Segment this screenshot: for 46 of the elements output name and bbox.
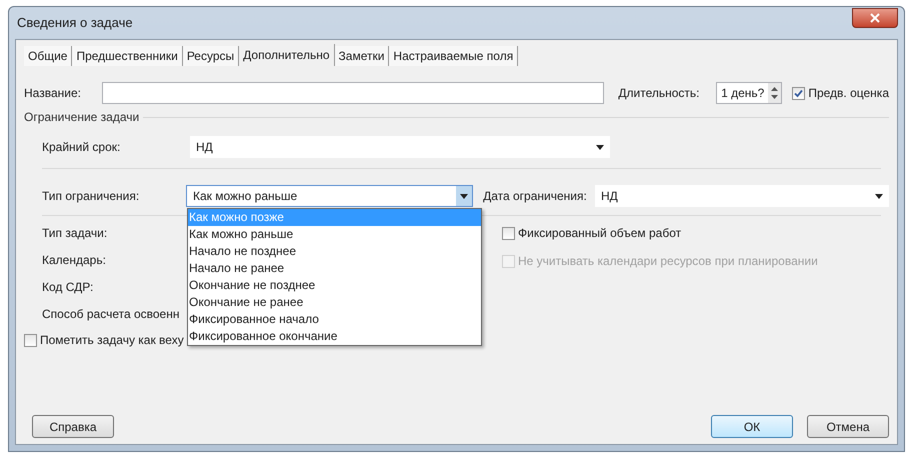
dropdown-option[interactable]: Фиксированное начало	[188, 311, 481, 328]
dropdown-option[interactable]: Начало не ранее	[188, 260, 481, 277]
field-label: Способ расчета освоенн	[42, 306, 180, 323]
field-label: Тип ограничения:	[42, 188, 140, 205]
close-button[interactable]	[852, 8, 898, 28]
dropdown-button[interactable]	[456, 186, 472, 206]
caret-icon	[460, 194, 468, 198]
field-label: Тип задачи:	[42, 225, 108, 242]
duration-spinner[interactable]: 1 день?	[716, 82, 782, 104]
tab[interactable]: Настраиваемые поля	[389, 46, 518, 66]
tab[interactable]: Заметки	[334, 46, 390, 66]
checkbox[interactable]	[24, 334, 37, 346]
field-label: Дата ограничения:	[483, 188, 588, 205]
checkbox-label: Фиксированный объем работ	[518, 225, 682, 242]
dialog-button[interactable]: ОК	[711, 415, 793, 438]
dropdown-option[interactable]: Как можно раньше	[188, 226, 481, 243]
checkbox-label: Пометить задачу как веху	[40, 332, 184, 349]
dropdown-option[interactable]: Начало не позднее	[188, 243, 481, 260]
checkbox[interactable]	[502, 226, 515, 240]
caret-icon	[596, 144, 604, 150]
constraint-date-dropdown[interactable]: НД	[594, 185, 889, 207]
dropdown-option[interactable]: Окончание не позднее	[188, 277, 481, 294]
dialog-button[interactable]: Справка	[32, 415, 114, 438]
dropdown-option[interactable]: Фиксированное окончание	[188, 328, 481, 345]
dropdown-option[interactable]: Окончание не ранее	[188, 294, 481, 311]
tab[interactable]: Ресурсы	[182, 46, 240, 66]
checkbox-label: Не учитывать календари ресурсов при планировании	[518, 253, 818, 270]
caret-icon	[875, 194, 883, 198]
tab[interactable]: Общие	[24, 46, 72, 66]
field-label: Название:	[24, 85, 82, 102]
window-title: Сведения о задаче	[16, 14, 133, 32]
tab[interactable]: Предшественники	[72, 46, 183, 66]
deadline-dropdown[interactable]: НД	[190, 136, 610, 158]
constraint-type-dropdown[interactable]: Как можно раньше	[186, 185, 474, 207]
checkbox-label: Предв. оценка	[808, 85, 889, 102]
duration-value: 1 день?	[720, 85, 766, 102]
checkbox[interactable]	[792, 86, 806, 100]
dialog-button[interactable]: Отмена	[807, 415, 889, 438]
spin-arrows-icon	[768, 83, 782, 103]
group-title: Ограничение задачи	[24, 109, 140, 126]
field-label: Крайний срок:	[42, 139, 122, 156]
close-icon	[870, 13, 880, 23]
field-label: Код СДР:	[42, 279, 94, 296]
field-label: Календарь:	[42, 252, 106, 269]
name-field[interactable]	[102, 82, 604, 104]
field-label: Длительность:	[618, 85, 700, 102]
